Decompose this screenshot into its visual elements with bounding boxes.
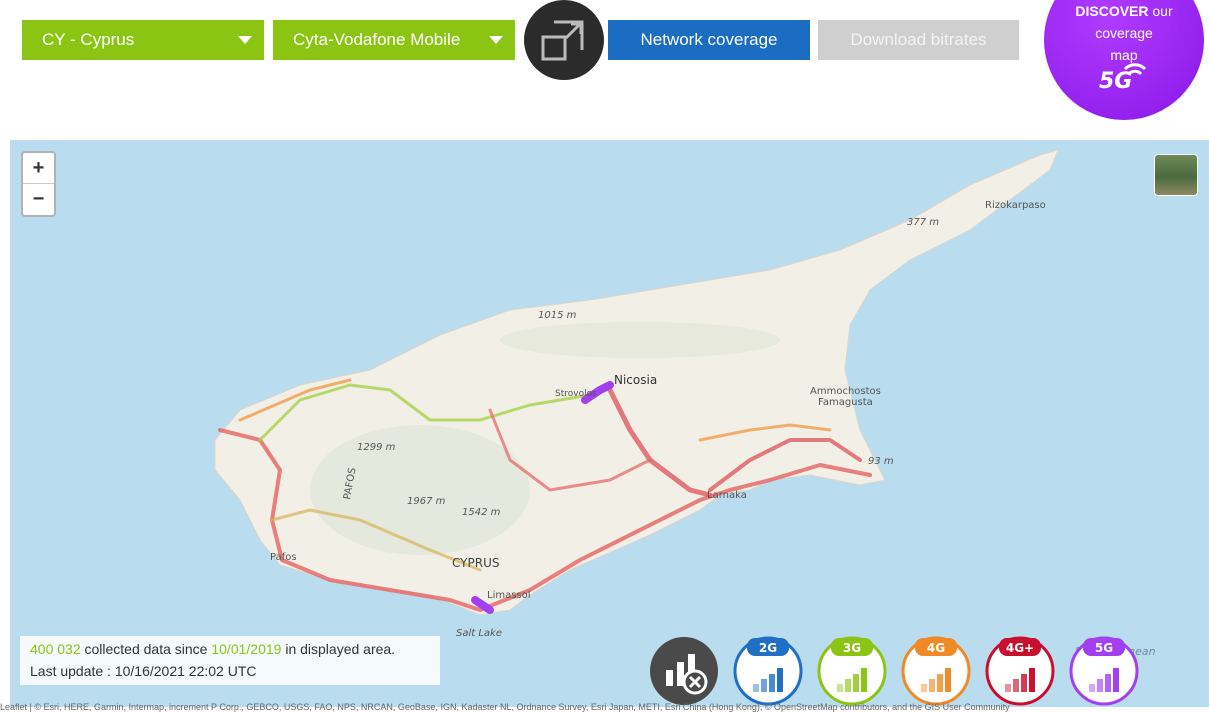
pentadaktylos-relief	[500, 322, 780, 358]
cyprus-map-svg: Rizokarpaso 377 m 1015 m Nicosia Strovol…	[214, 149, 1156, 658]
label-elev-377: 377 m	[907, 217, 939, 228]
signal-bar	[1105, 674, 1111, 692]
satellite-layer-toggle[interactable]	[1154, 154, 1198, 196]
signal-bar	[853, 674, 859, 692]
label-elev-1542: 1542 m	[462, 507, 501, 518]
fullscreen-button[interactable]	[524, 0, 604, 80]
5g-icon-text: 5G	[1099, 69, 1132, 94]
country-select-value: CY - Cyprus	[42, 30, 135, 49]
5g-icon: 5G	[1099, 63, 1147, 94]
signal-bar	[1021, 674, 1027, 692]
zoom-in-button[interactable]: +	[23, 153, 54, 184]
country-select[interactable]: CY - Cyprus	[22, 20, 264, 60]
signal-bar	[1113, 668, 1119, 692]
signal-bar	[769, 674, 775, 692]
zoom-out-button[interactable]: −	[23, 184, 54, 214]
zoom-control: + −	[21, 151, 56, 217]
tech-filter-label: 3G	[843, 641, 861, 655]
tech-filter-label: 4G	[927, 641, 945, 655]
signal-bar	[753, 684, 759, 692]
operator-select-value: Cyta-Vodafone Mobile	[293, 30, 461, 49]
label-salt-lake: Salt Lake	[456, 628, 502, 639]
label-elev-1015: 1015 m	[538, 310, 577, 321]
label-limassol: Limassol	[487, 590, 531, 601]
signal-bar	[1089, 684, 1095, 692]
area-text: in displayed area.	[285, 641, 396, 657]
chevron-down-icon	[238, 36, 252, 44]
chevron-down-icon	[489, 36, 503, 44]
signal-bar	[1029, 668, 1035, 692]
collected-text: collected data since	[84, 641, 208, 657]
label-cyprus: CYPRUS	[452, 556, 499, 570]
label-strovolos: Strovolos	[555, 389, 597, 399]
signal-bar	[945, 668, 951, 692]
tech-filter-4g-plus[interactable]: 4G+	[985, 636, 1055, 706]
label-elev-1967: 1967 m	[407, 496, 446, 507]
coverage-map[interactable]: Rizokarpaso 377 m 1015 m Nicosia Strovol…	[10, 140, 1209, 707]
label-rizokarpaso: Rizokarpaso	[985, 200, 1046, 211]
since-date: 10/01/2019	[211, 641, 282, 657]
signal-bar	[761, 679, 767, 692]
last-update: Last update : 10/16/2021 22:02 UTC	[30, 663, 257, 679]
map-attribution: Leaflet | © Esri, HERE, Garmin, Intermap…	[0, 703, 1010, 712]
signal-bar	[861, 668, 867, 692]
tech-filter-label: 5G	[1095, 641, 1113, 655]
label-larnaka: Larnaka	[707, 490, 747, 501]
discover-5g-map-button[interactable]: DISCOVER our coverage map 5G	[1044, 0, 1204, 120]
signal-bar	[777, 668, 783, 692]
data-count: 400 032	[30, 641, 81, 657]
discover-word: DISCOVER	[1075, 3, 1149, 19]
signal-bar	[937, 674, 943, 692]
network-coverage-button[interactable]: Network coverage	[608, 20, 810, 60]
tech-filter-3g[interactable]: 3G	[817, 636, 887, 706]
signal-bar	[1013, 679, 1019, 692]
discover-line2: coverage	[1095, 25, 1153, 41]
tech-filter-label: 4G+	[1006, 641, 1034, 655]
tech-filter-2g[interactable]: 2G	[733, 636, 803, 706]
label-famagusta: Famagusta	[818, 397, 873, 408]
signal-bar	[837, 684, 843, 692]
tech-filter-label: 2G	[759, 641, 777, 655]
operator-select[interactable]: Cyta-Vodafone Mobile	[273, 20, 515, 60]
no-coverage-filter-button[interactable]	[649, 636, 719, 706]
label-elev-1299: 1299 m	[357, 442, 396, 453]
discover-our: our	[1152, 3, 1173, 19]
signal-bar	[845, 679, 851, 692]
tech-filter-5g[interactable]: 5G	[1069, 636, 1139, 706]
tech-filter-4g[interactable]: 4G	[901, 636, 971, 706]
signal-bar	[929, 679, 935, 692]
label-pafos: Pafos	[270, 552, 297, 563]
signal-bar	[921, 684, 927, 692]
label-nicosia: Nicosia	[614, 373, 657, 387]
label-elev-93: 93 m	[868, 456, 894, 467]
download-bitrates-button[interactable]: Download bitrates	[818, 20, 1019, 60]
collected-data-info: 400 032 collected data since 10/01/2019 …	[20, 636, 440, 685]
expand-icon	[541, 20, 584, 61]
signal-bar	[1097, 679, 1103, 692]
label-ammochostos: Ammochostos	[810, 386, 881, 397]
signal-bar	[1005, 684, 1011, 692]
